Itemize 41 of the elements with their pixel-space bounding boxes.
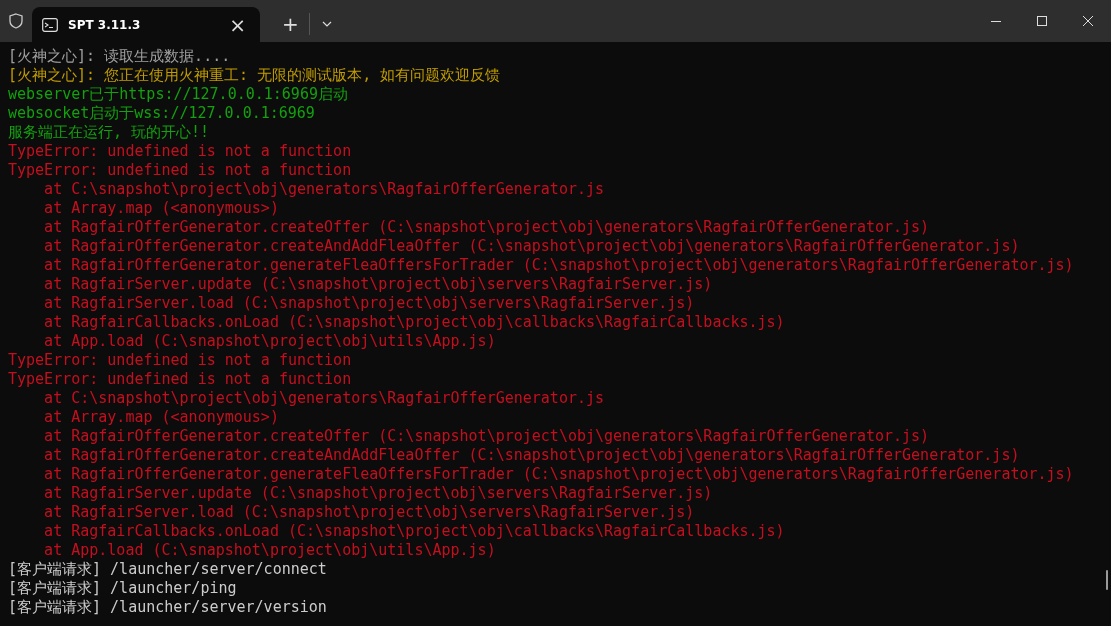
- terminal-tab[interactable]: SPT 3.11.3 ×: [32, 7, 260, 42]
- console-line: at Array.map (<anonymous>): [43, 408, 280, 427]
- console-line: at RagfairCallbacks.onLoad (C:\snapshot\project\obj\callbacks\RagfairCallbacks.js): [43, 522, 786, 541]
- console-line: at App.load (C:\snapshot\project\obj\utils\App.js): [43, 541, 497, 560]
- console-line: TypeError: undefined is not a function: [8, 161, 353, 180]
- console-line: at RagfairServer.load (C:\snapshot\project\obj\servers\RagfairServer.js): [43, 503, 696, 522]
- tab-title: SPT 3.11.3: [68, 17, 142, 32]
- console-line: TypeError: undefined is not a function: [8, 351, 353, 370]
- console-line: at RagfairServer.update (C:\snapshot\project\obj\servers\RagfairServer.js): [43, 275, 714, 294]
- terminal-icon: [42, 17, 58, 32]
- console-line: at RagfairOfferGenerator.createOffer (C:\snapshot\project\obj\generators\RagfairOfferGenerator.js): [43, 218, 931, 237]
- console-line: at App.load (C:\snapshot\project\obj\utils\App.js): [43, 332, 497, 351]
- console-line: at RagfairOfferGenerator.generateFleaOffersForTrader (C:\snapshot\project\obj\generators\RagfairOfferGenerator.js): [43, 465, 1075, 484]
- maximize-icon: [1037, 16, 1047, 26]
- new-tab-button[interactable]: +: [276, 6, 305, 42]
- console-line: webserver已于https://127.0.0.1:6969启动: [8, 85, 349, 104]
- console-line: [客户端请求] /launcher/server/connect: [8, 560, 328, 579]
- chevron-down-icon: [321, 21, 332, 27]
- scroll-thumb[interactable]: [1106, 570, 1108, 590]
- console-line: at Array.map (<anonymous>): [43, 199, 280, 218]
- tab-close-button[interactable]: ×: [225, 14, 250, 35]
- close-icon: [1083, 16, 1093, 26]
- console-line: at C:\snapshot\project\obj\generators\RagfairOfferGenerator.js: [43, 389, 606, 408]
- console-line: at RagfairOfferGenerator.createAndAddFleaOffer (C:\snapshot\project\obj\generators\RagfairOfferGenerator.js): [43, 446, 1021, 465]
- console-line: [客户端请求] /launcher/server/version: [8, 598, 328, 617]
- console-line: 服务端正在运行, 玩的开心!!: [8, 123, 211, 142]
- console-line: websocket启动于wss://127.0.0.1:6969: [8, 104, 316, 123]
- console-line: [火神之心]: 读取生成数据....: [8, 47, 232, 66]
- console-line: at RagfairOfferGenerator.createAndAddFleaOffer (C:\snapshot\project\obj\generators\RagfairOfferGenerator.js): [43, 237, 1021, 256]
- minimize-icon: [991, 20, 1001, 22]
- console-line: at RagfairOfferGenerator.createOffer (C:\snapshot\project\obj\generators\RagfairOfferGenerator.js): [43, 427, 931, 446]
- console-line: TypeError: undefined is not a function: [8, 142, 353, 161]
- console-line: at RagfairCallbacks.onLoad (C:\snapshot\project\obj\callbacks\RagfairCallbacks.js): [43, 313, 786, 332]
- console-line: [火神之心]: 您正在使用火神重工: 无限的测试版本, 如有问题欢迎反馈: [8, 66, 502, 85]
- shield-icon: [9, 13, 23, 29]
- console-line: [客户端请求] /launcher/ping: [8, 579, 238, 598]
- console-line: at RagfairServer.load (C:\snapshot\project\obj\servers\RagfairServer.js): [43, 294, 696, 313]
- console-line: at RagfairServer.update (C:\snapshot\project\obj\servers\RagfairServer.js): [43, 484, 714, 503]
- console-line: at C:\snapshot\project\obj\generators\RagfairOfferGenerator.js: [43, 180, 606, 199]
- console-line: TypeError: undefined is not a function: [8, 370, 353, 389]
- console-line: at RagfairOfferGenerator.generateFleaOffersForTrader (C:\snapshot\project\obj\generators\RagfairOfferGenerator.js): [43, 256, 1075, 275]
